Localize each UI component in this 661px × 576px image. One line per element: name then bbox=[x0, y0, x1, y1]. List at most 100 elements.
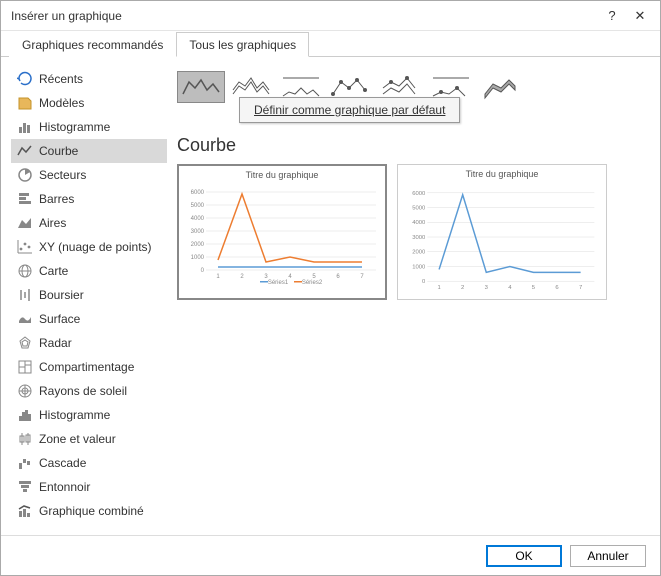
stock-icon bbox=[17, 287, 33, 303]
templates-icon bbox=[17, 95, 33, 111]
svg-text:6: 6 bbox=[555, 285, 559, 291]
bar-icon bbox=[17, 191, 33, 207]
svg-text:Séries2: Séries2 bbox=[302, 280, 323, 286]
dialog-footer: OK Annuler bbox=[1, 535, 660, 575]
pie-icon bbox=[17, 167, 33, 183]
sidebar-item-label: Boursier bbox=[39, 288, 84, 302]
svg-text:3000: 3000 bbox=[412, 235, 426, 241]
dialog-title: Insérer un graphique bbox=[7, 9, 598, 23]
scatter-icon bbox=[17, 239, 33, 255]
insert-chart-dialog: Insérer un graphique ? ✕ Graphiques reco… bbox=[0, 0, 661, 576]
subtype-line[interactable] bbox=[177, 71, 225, 103]
svg-text:1: 1 bbox=[437, 285, 440, 291]
sidebar-item-histogram[interactable]: Histogramme bbox=[11, 403, 167, 427]
svg-text:1000: 1000 bbox=[412, 264, 426, 270]
sidebar-item-funnel[interactable]: Entonnoir bbox=[11, 475, 167, 499]
sidebar-item-label: Graphique combiné bbox=[39, 504, 144, 518]
sidebar-item-label: Secteurs bbox=[39, 168, 86, 182]
chart-preview-svg: 0100020003000400050006000 1234567 Séries… bbox=[182, 182, 382, 288]
svg-text:Séries1: Séries1 bbox=[268, 280, 289, 286]
sidebar-item-radar[interactable]: Radar bbox=[11, 331, 167, 355]
line-icon bbox=[17, 143, 33, 159]
sidebar-item-pie[interactable]: Secteurs bbox=[11, 163, 167, 187]
svg-text:7: 7 bbox=[360, 274, 364, 280]
sidebar-item-recent[interactable]: Récents bbox=[11, 67, 167, 91]
ok-button[interactable]: OK bbox=[486, 545, 562, 567]
sidebar-item-label: Aires bbox=[39, 216, 66, 230]
chart-previews: Titre du graphique 0 1000 2000 3000 4000 5000… bbox=[177, 164, 650, 300]
svg-text:4: 4 bbox=[508, 285, 512, 291]
sidebar-item-label: Compartimentage bbox=[39, 360, 134, 374]
svg-text:6: 6 bbox=[336, 274, 340, 280]
sidebar-item-surface[interactable]: Surface bbox=[11, 307, 167, 331]
sidebar-item-treemap[interactable]: Compartimentage bbox=[11, 355, 167, 379]
sidebar-item-label: Carte bbox=[39, 264, 68, 278]
sidebar-item-label: Histogramme bbox=[39, 120, 110, 134]
subtype-line-3d[interactable] bbox=[477, 71, 525, 103]
sidebar-item-label: Histogramme bbox=[39, 408, 110, 422]
svg-text:4000: 4000 bbox=[191, 216, 205, 222]
sidebar-item-sunburst[interactable]: Rayons de soleil bbox=[11, 379, 167, 403]
svg-text:7: 7 bbox=[579, 285, 582, 291]
chart-type-title: Courbe bbox=[177, 135, 650, 156]
radar-icon bbox=[17, 335, 33, 351]
map-icon bbox=[17, 263, 33, 279]
svg-text:2: 2 bbox=[240, 274, 244, 280]
sidebar-item-boxplot[interactable]: Zone et valeur bbox=[11, 427, 167, 451]
svg-text:6000: 6000 bbox=[412, 191, 426, 197]
svg-text:5000: 5000 bbox=[191, 203, 205, 209]
svg-text:0: 0 bbox=[422, 279, 426, 285]
histogram-icon bbox=[17, 407, 33, 423]
svg-text:0: 0 bbox=[201, 268, 205, 274]
svg-text:5: 5 bbox=[532, 285, 536, 291]
sidebar-item-label: Rayons de soleil bbox=[39, 384, 127, 398]
sidebar-item-scatter[interactable]: XY (nuage de points) bbox=[11, 235, 167, 259]
main-panel: Définir comme graphique par défaut Courb… bbox=[177, 67, 650, 525]
sidebar-item-label: Récents bbox=[39, 72, 83, 86]
help-button[interactable]: ? bbox=[598, 4, 626, 28]
sidebar-item-stock[interactable]: Boursier bbox=[11, 283, 167, 307]
chart-preview-1[interactable]: Titre du graphique 010002000300040005000… bbox=[177, 164, 387, 300]
sidebar-item-label: Cascade bbox=[39, 456, 86, 470]
sidebar-item-waterfall[interactable]: Cascade bbox=[11, 451, 167, 475]
column-icon bbox=[17, 119, 33, 135]
svg-text:4000: 4000 bbox=[412, 220, 426, 226]
svg-text:2: 2 bbox=[461, 285, 464, 291]
svg-text:3: 3 bbox=[485, 285, 489, 291]
sidebar-item-area[interactable]: Aires bbox=[11, 211, 167, 235]
sidebar-item-label: Modèles bbox=[39, 96, 84, 110]
chart-preview-svg: 0 1000 2000 3000 4000 5000 6000 1 2 3 4 5 6 7 bbox=[402, 181, 602, 295]
svg-text:1: 1 bbox=[216, 274, 220, 280]
tab-recommended[interactable]: Graphiques recommandés bbox=[9, 32, 176, 57]
svg-text:3000: 3000 bbox=[191, 229, 205, 235]
sidebar-item-map[interactable]: Carte bbox=[11, 259, 167, 283]
close-button[interactable]: ✕ bbox=[626, 4, 654, 28]
sidebar-item-combo[interactable]: Graphique combiné bbox=[11, 499, 167, 523]
funnel-icon bbox=[17, 479, 33, 495]
boxplot-icon bbox=[17, 431, 33, 447]
sidebar-item-bar[interactable]: Barres bbox=[11, 187, 167, 211]
sidebar-item-label: Radar bbox=[39, 336, 72, 350]
context-menu-set-default[interactable]: Définir comme graphique par défaut bbox=[239, 97, 460, 123]
svg-text:2000: 2000 bbox=[412, 250, 426, 256]
chart-preview-title: Titre du graphique bbox=[466, 169, 539, 179]
content-area: Récents Modèles Histogramme Courbe Secte… bbox=[1, 57, 660, 535]
sidebar-item-label: Zone et valeur bbox=[39, 432, 116, 446]
sunburst-icon bbox=[17, 383, 33, 399]
sidebar-item-label: Surface bbox=[39, 312, 80, 326]
waterfall-icon bbox=[17, 455, 33, 471]
area-icon bbox=[17, 215, 33, 231]
combo-icon bbox=[17, 503, 33, 519]
chart-type-sidebar: Récents Modèles Histogramme Courbe Secte… bbox=[11, 67, 167, 525]
svg-text:1000: 1000 bbox=[191, 255, 205, 261]
tab-all-charts[interactable]: Tous les graphiques bbox=[176, 32, 309, 57]
sidebar-item-label: Entonnoir bbox=[39, 480, 90, 494]
svg-text:5000: 5000 bbox=[412, 206, 426, 212]
tab-bar: Graphiques recommandés Tous les graphiqu… bbox=[1, 31, 660, 57]
chart-preview-2[interactable]: Titre du graphique 0 1000 2000 3000 4000 5000… bbox=[397, 164, 607, 300]
cancel-button[interactable]: Annuler bbox=[570, 545, 646, 567]
sidebar-item-templates[interactable]: Modèles bbox=[11, 91, 167, 115]
sidebar-item-line[interactable]: Courbe bbox=[11, 139, 167, 163]
sidebar-item-label: XY (nuage de points) bbox=[39, 240, 152, 254]
sidebar-item-column[interactable]: Histogramme bbox=[11, 115, 167, 139]
